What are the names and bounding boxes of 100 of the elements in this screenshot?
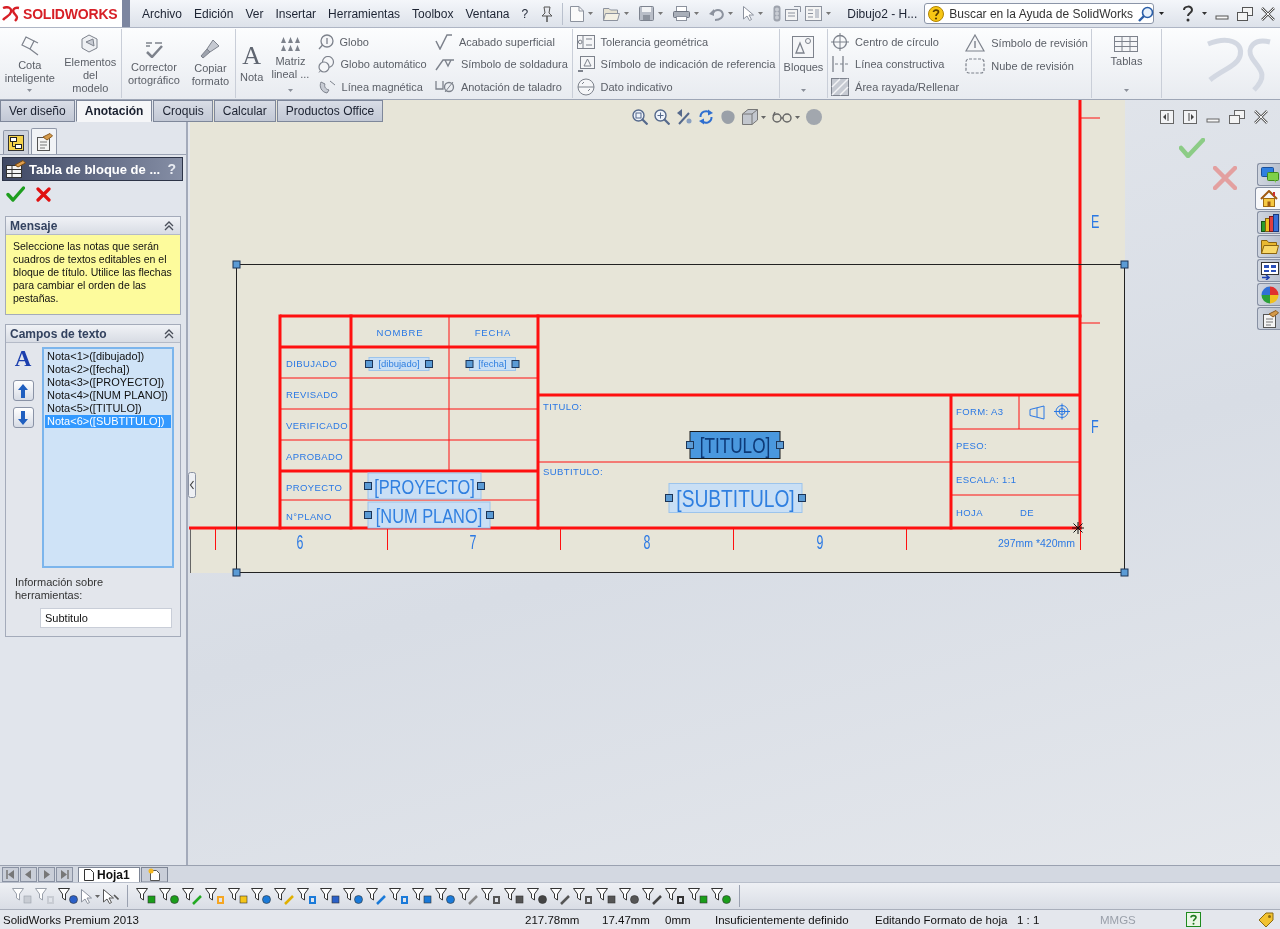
funnel-icon[interactable] (550, 887, 570, 905)
funnel-icon[interactable] (297, 887, 317, 905)
task-pane-tab[interactable] (1257, 211, 1280, 234)
new-document-icon[interactable] (570, 5, 585, 22)
double-chevron-icon[interactable] (164, 328, 174, 339)
resize-handle[interactable] (232, 260, 241, 269)
note-field[interactable]: [TITULO] (686, 431, 784, 459)
ribbon-button[interactable]: Símbolo de revisión (965, 31, 1088, 54)
funnel-icon[interactable] (251, 887, 271, 905)
funnel-icon[interactable] (412, 887, 432, 905)
panel-tab[interactable] (31, 128, 57, 154)
ribbon-button[interactable]: Tablas (1107, 29, 1146, 98)
panel-tab[interactable] (3, 130, 29, 154)
funnel-icon[interactable] (504, 887, 524, 905)
triangle-right-icon[interactable] (38, 867, 55, 882)
move-up-button[interactable] (12, 380, 34, 401)
funnel-icon[interactable] (596, 887, 616, 905)
skip-start-icon[interactable] (2, 867, 19, 882)
folder-icon[interactable] (603, 6, 621, 21)
ribbon-button[interactable]: Tolerancia geométrica (576, 31, 776, 54)
list-item[interactable]: Nota<1>([dibujado]) (45, 350, 171, 363)
sheet-tab[interactable]: Hoja1 (78, 867, 140, 882)
funnel-icon[interactable] (389, 887, 409, 905)
pin-icon[interactable] (540, 5, 555, 22)
ribbon-button[interactable]: Línea constructiva (831, 53, 960, 76)
triangle-left-icon[interactable] (20, 867, 37, 882)
checkmark-icon[interactable] (6, 186, 25, 202)
close-icon[interactable] (36, 186, 51, 202)
resize-handle[interactable] (1120, 568, 1129, 577)
glasses-icon[interactable] (772, 111, 792, 123)
ribbon-button[interactable]: Matriz lineal ... (268, 29, 313, 98)
collapse-handle-icon[interactable] (188, 472, 196, 498)
document-properties-icon[interactable] (785, 6, 802, 21)
split-right-icon[interactable] (1183, 110, 1197, 124)
task-pane-tab[interactable] (1257, 259, 1280, 282)
list-box[interactable]: Nota<1>([dibujado]) Nota<2>([fecha]) Nota<3>([PROYECTO]) Nota<4>([NUM PLANO]) Nota<5>([TITULO]) Nota<6>([SUBTITULO]) (42, 347, 174, 568)
menu-item[interactable]: Herramientas (322, 3, 407, 24)
ribbon-button[interactable]: Corrector ortográfico (124, 29, 183, 98)
funnel-icon[interactable] (527, 887, 547, 905)
text-field[interactable]: Subtitulo (40, 608, 172, 628)
tab[interactable]: Anotación (75, 100, 153, 122)
funnel-icon[interactable] (481, 887, 501, 905)
funnel-icon[interactable] (366, 887, 386, 905)
menu-item[interactable]: Archivo (136, 3, 188, 24)
resize-handle[interactable] (1120, 260, 1129, 269)
funnel-icon[interactable] (435, 887, 455, 905)
ribbon-button[interactable]: Bloques (780, 29, 827, 98)
tab[interactable]: Ver diseño (0, 100, 75, 122)
funnel-icon[interactable] (58, 887, 78, 905)
ribbon-button[interactable]: Acabado superficial (434, 31, 568, 54)
tab[interactable]: Productos Office (276, 100, 384, 122)
funnel-icon[interactable] (642, 887, 662, 905)
printer-icon[interactable] (673, 6, 691, 21)
undo-icon[interactable] (709, 6, 725, 21)
funnel-icon[interactable] (136, 887, 156, 905)
new-sheet-icon[interactable] (140, 867, 168, 882)
ribbon-button[interactable]: Copiar formato (188, 29, 233, 98)
ribbon-button[interactable]: Símbolo de indicación de referencia (576, 53, 776, 76)
funnel-icon[interactable] (182, 887, 202, 905)
menu-item[interactable]: Toolbox (406, 3, 460, 24)
ribbon-button[interactable]: Elementos del modelo (61, 29, 120, 98)
tag-icon[interactable] (1258, 911, 1274, 928)
ribbon-button[interactable]: Globo automático (317, 53, 427, 76)
ribbon-button[interactable]: Línea magnética (317, 75, 427, 98)
ribbon-button[interactable]: Globo (317, 31, 427, 54)
close-icon[interactable] (1254, 110, 1268, 124)
ribbon-button[interactable]: Símbolo de soldadura (434, 53, 568, 76)
funnel-icon[interactable] (159, 887, 179, 905)
menu-item[interactable]: Ventana (459, 3, 516, 24)
task-pane-tab[interactable] (1257, 163, 1280, 186)
move-down-button[interactable] (12, 407, 34, 428)
double-chevron-icon[interactable] (164, 220, 174, 231)
search-icon[interactable] (1137, 5, 1154, 22)
save-icon[interactable] (639, 6, 655, 21)
restore-icon[interactable] (1237, 6, 1253, 21)
menu-item[interactable]: Insertar (269, 3, 323, 24)
funnel-icon[interactable] (228, 887, 248, 905)
funnel-icon[interactable] (688, 887, 708, 905)
ribbon-button[interactable]: Centro de círculo (831, 31, 960, 54)
funnel-icon[interactable] (320, 887, 340, 905)
list-item[interactable]: Nota<2>([fecha]) (45, 363, 171, 376)
funnel-icon[interactable] (458, 887, 478, 905)
pointer-icon[interactable] (103, 888, 119, 904)
list-item[interactable]: Nota<3>([PROYECTO]) (45, 376, 171, 389)
funnel-icon[interactable] (573, 887, 593, 905)
funnel-icon[interactable] (619, 887, 639, 905)
tab[interactable]: Calcular (213, 100, 276, 122)
zoom-area-icon[interactable] (654, 109, 670, 125)
split-left-icon[interactable] (1160, 110, 1174, 124)
ribbon-button[interactable]: Cota inteligente (1, 29, 58, 98)
restore-icon[interactable] (1229, 110, 1245, 124)
help-icon[interactable] (1186, 912, 1201, 927)
rebuild-icon[interactable] (698, 109, 714, 125)
funnel-icon[interactable] (274, 887, 294, 905)
funnel-icon[interactable] (711, 887, 731, 905)
previous-view-icon[interactable] (676, 109, 692, 125)
close-icon[interactable] (1261, 6, 1275, 21)
task-pane-tab[interactable] (1257, 307, 1280, 330)
options-icon[interactable] (805, 6, 823, 21)
zoom-fit-icon[interactable] (632, 109, 648, 125)
